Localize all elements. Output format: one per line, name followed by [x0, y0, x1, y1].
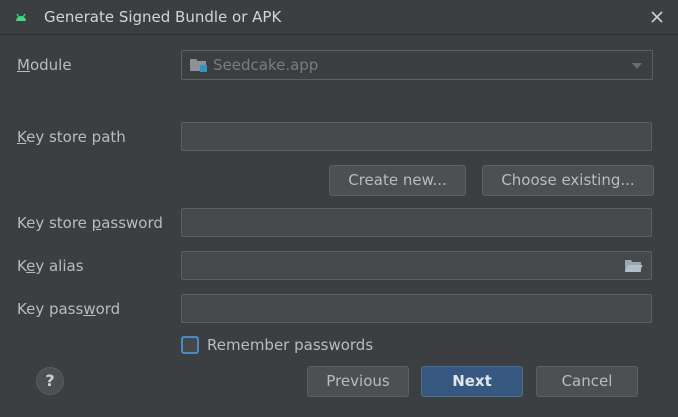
- module-folder-icon: [190, 59, 207, 72]
- module-value: Seedcake.app: [213, 56, 319, 74]
- close-icon: [651, 11, 663, 23]
- next-button[interactable]: Next: [421, 366, 523, 397]
- chevron-down-icon: [632, 63, 642, 69]
- key-store-password-label: Key store password: [17, 214, 163, 232]
- choose-existing-button[interactable]: Choose existing...: [482, 165, 654, 196]
- key-store-path-label: Key store path: [17, 128, 126, 146]
- title-bar: Generate Signed Bundle or APK: [0, 0, 678, 35]
- close-button[interactable]: [646, 6, 668, 28]
- create-new-button[interactable]: Create new...: [329, 165, 466, 196]
- key-alias-label: Key alias: [17, 257, 84, 275]
- module-combobox[interactable]: Seedcake.app: [181, 50, 653, 80]
- help-button[interactable]: ?: [36, 367, 64, 395]
- key-store-password-input[interactable]: [181, 208, 652, 237]
- previous-button[interactable]: Previous: [307, 366, 409, 397]
- key-alias-input[interactable]: [181, 251, 652, 280]
- key-password-label: Key password: [17, 300, 121, 318]
- module-label: Module: [17, 56, 72, 74]
- remember-passwords-label[interactable]: Remember passwords: [207, 336, 373, 354]
- window-title: Generate Signed Bundle or APK: [44, 8, 282, 26]
- android-icon: [16, 13, 26, 21]
- remember-passwords-checkbox[interactable]: [181, 336, 199, 354]
- folder-icon[interactable]: [624, 259, 643, 273]
- key-password-input[interactable]: [181, 294, 652, 323]
- cancel-button[interactable]: Cancel: [536, 366, 638, 397]
- key-store-path-input[interactable]: [181, 122, 652, 151]
